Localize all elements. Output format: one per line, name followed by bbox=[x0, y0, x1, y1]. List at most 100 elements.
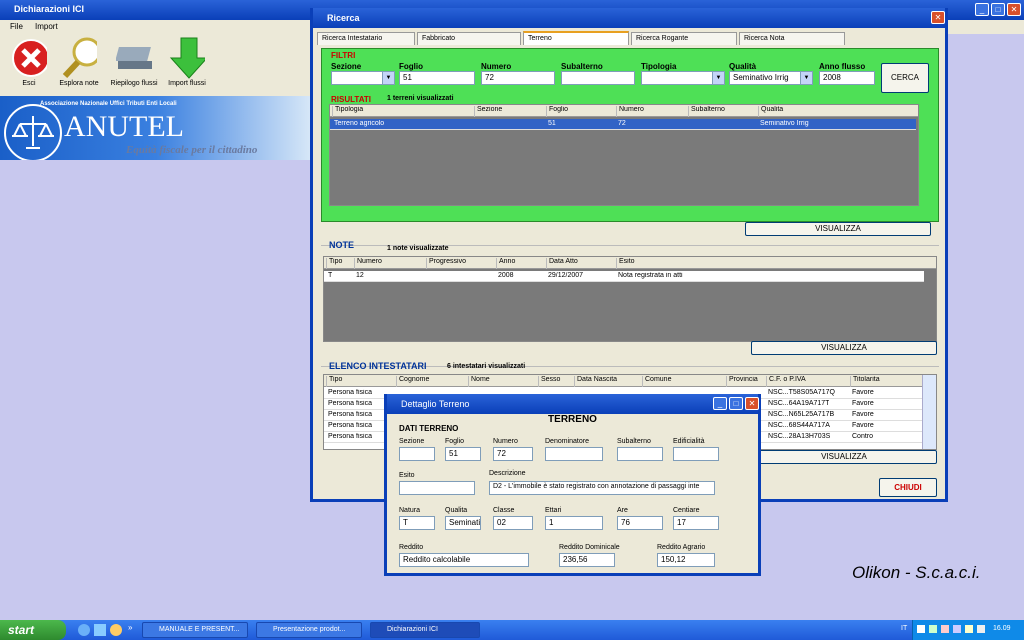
dett-natura-field[interactable]: T bbox=[399, 516, 435, 530]
tipologia-select[interactable]: ▼ bbox=[641, 71, 725, 85]
intestatari-count: 6 intestatari visualizzati bbox=[447, 363, 526, 370]
anutel-logo-text: ANUTEL bbox=[64, 110, 184, 143]
dett-sezione-field[interactable] bbox=[399, 447, 435, 461]
maximize-button[interactable]: □ bbox=[991, 3, 1005, 16]
chevron-right-icon[interactable]: » bbox=[128, 623, 132, 632]
dettaglio-title: Dettaglio Terreno bbox=[387, 394, 758, 414]
task-dichiarazioni-ici[interactable]: Dichiarazioni ICI bbox=[370, 622, 480, 638]
tab-ricerca-intestatario[interactable]: Ricerca Intestatario bbox=[317, 32, 415, 45]
dett-are-field[interactable]: 76 bbox=[617, 516, 663, 530]
dett-qualita-field[interactable]: Seminati bbox=[445, 516, 481, 530]
tray-icon[interactable] bbox=[941, 625, 949, 633]
visualizza-note-button[interactable]: VISUALIZZA bbox=[751, 341, 937, 355]
visualizza-risultati-button[interactable]: VISUALIZZA bbox=[745, 222, 931, 236]
dett-classe-field[interactable]: 02 bbox=[493, 516, 533, 530]
tab-ricerca-rogante[interactable]: Ricerca Rogante bbox=[631, 32, 737, 45]
dett-ettari-field[interactable]: 1 bbox=[545, 516, 603, 530]
dett-numero-field[interactable]: 72 bbox=[493, 447, 533, 461]
visualizza-intestatari-button[interactable]: VISUALIZZA bbox=[751, 450, 937, 464]
numero-label: Numero bbox=[481, 62, 512, 71]
task-manuale[interactable]: MANUALE E PRESENT... bbox=[142, 622, 248, 638]
intestatari-title: ELENCO INTESTATARI bbox=[329, 361, 427, 371]
tray-icon[interactable] bbox=[917, 625, 925, 633]
note-count: 1 note visualizzate bbox=[387, 245, 449, 252]
explore-notes-button[interactable]: Esplora note bbox=[54, 34, 104, 87]
system-tray: IT 16.09 bbox=[901, 620, 1024, 640]
magnifier-icon bbox=[61, 36, 97, 80]
dett-esito-field[interactable] bbox=[399, 481, 475, 495]
chevron-down-icon: ▼ bbox=[712, 72, 724, 84]
dett-foglio-field[interactable]: 51 bbox=[445, 447, 481, 461]
numero-input[interactable]: 72 bbox=[481, 71, 555, 85]
language-indicator[interactable]: IT bbox=[901, 625, 907, 632]
risultati-row[interactable]: Terreno agricolo 51 72 Seminativo Irrig bbox=[330, 119, 916, 130]
start-button[interactable]: start bbox=[0, 620, 66, 640]
dett-reddito-agrario-field[interactable]: 150,12 bbox=[657, 553, 715, 567]
qualita-label: Qualità bbox=[729, 62, 757, 71]
tab-terreno[interactable]: Terreno bbox=[523, 31, 629, 45]
scales-logo-icon bbox=[4, 104, 62, 160]
dett-reddito-field[interactable]: Reddito calcolabile bbox=[399, 553, 529, 567]
exit-button[interactable]: Esci bbox=[6, 34, 52, 87]
task-presentazione[interactable]: Presentazione prodot... bbox=[256, 622, 362, 638]
chiudi-button[interactable]: CHIUDI bbox=[879, 478, 937, 497]
cerca-button[interactable]: CERCA bbox=[881, 63, 929, 93]
tray-icon[interactable] bbox=[977, 625, 985, 633]
close-button[interactable]: ✕ bbox=[1007, 3, 1021, 16]
dett-minimize-button[interactable]: _ bbox=[713, 397, 727, 410]
dett-centiare-field[interactable]: 17 bbox=[673, 516, 719, 530]
anutel-tagline: Equità fiscale per il cittadino bbox=[126, 144, 258, 156]
dett-edificialita-field[interactable] bbox=[673, 447, 719, 461]
minimize-button[interactable]: _ bbox=[975, 3, 989, 16]
anno-flusso-input[interactable]: 2008 bbox=[819, 71, 875, 85]
risultati-count: 1 terreni visualizzati bbox=[387, 95, 454, 102]
subalterno-label: Subalterno bbox=[561, 62, 603, 71]
toolbar: Esci Esplora note Riepilogo flussi Impor… bbox=[0, 34, 312, 96]
dett-maximize-button[interactable]: □ bbox=[729, 397, 743, 410]
ricerca-close-button[interactable]: ✕ bbox=[931, 11, 945, 24]
intestatari-header: Tipo Cognome Nome Sesso Data Nascita Com… bbox=[324, 375, 936, 387]
anutel-logo-band: Associazione Nazionale Uffici Tributi En… bbox=[0, 96, 312, 160]
note-grid: Tipo Numero Progressivo Anno Data Atto E… bbox=[323, 256, 937, 342]
dett-subalterno-field[interactable] bbox=[617, 447, 663, 461]
media-icon[interactable] bbox=[110, 624, 122, 636]
dettaglio-terreno-window: Dettaglio Terreno _ □ ✕ TERRENO DATI TER… bbox=[384, 394, 761, 576]
note-header: Tipo Numero Progressivo Anno Data Atto E… bbox=[324, 257, 936, 269]
note-title: NOTE bbox=[329, 240, 355, 250]
risultati-header: Tipologia Sezione Foglio Numero Subalter… bbox=[330, 105, 918, 117]
tab-fabbricato[interactable]: Fabbricato bbox=[417, 32, 521, 45]
keyboard-icon bbox=[116, 36, 152, 80]
down-arrow-icon bbox=[169, 36, 205, 80]
import-flussi-button[interactable]: Import flussi bbox=[162, 34, 212, 87]
subalterno-input[interactable] bbox=[561, 71, 635, 85]
tab-ricerca-nota[interactable]: Ricerca Nota bbox=[739, 32, 845, 45]
menu-import[interactable]: Import bbox=[35, 22, 58, 31]
dett-denominatore-field[interactable] bbox=[545, 447, 603, 461]
tray-icon[interactable] bbox=[953, 625, 961, 633]
sezione-select[interactable]: ▼ bbox=[331, 71, 395, 85]
dett-reddito-dominicale-field[interactable]: 236,56 bbox=[559, 553, 615, 567]
intestatari-scrollbar[interactable] bbox=[922, 375, 936, 449]
dett-descrizione-field[interactable]: D2 - L'immobile è stato registrato con a… bbox=[489, 481, 715, 495]
tipologia-label: Tipologia bbox=[641, 62, 677, 71]
chevron-down-icon: ▼ bbox=[382, 72, 394, 84]
menu-file[interactable]: File bbox=[10, 22, 23, 31]
tray-icon[interactable] bbox=[965, 625, 973, 633]
chevron-down-icon: ▼ bbox=[800, 72, 812, 84]
risultati-grid: Tipologia Sezione Foglio Numero Subalter… bbox=[329, 104, 919, 206]
clock: 16.09 bbox=[993, 625, 1011, 632]
filtri-title: FILTRI bbox=[331, 51, 356, 60]
ie-icon[interactable] bbox=[78, 624, 90, 636]
anno-flusso-label: Anno flusso bbox=[819, 62, 866, 71]
dett-close-button[interactable]: ✕ bbox=[745, 397, 759, 410]
dati-terreno-label: DATI TERRENO bbox=[399, 424, 459, 433]
riepilogo-flussi-button[interactable]: Riepilogo flussi bbox=[106, 34, 162, 87]
qualita-select[interactable]: Seminativo Irrig ▼ bbox=[729, 71, 813, 85]
sezione-label: Sezione bbox=[331, 62, 362, 71]
foglio-label: Foglio bbox=[399, 62, 423, 71]
tray-icon[interactable] bbox=[929, 625, 937, 633]
desktop-icon[interactable] bbox=[94, 624, 106, 636]
exit-icon bbox=[11, 36, 47, 80]
note-row[interactable]: T 12 2008 29/12/2007 Nota registrata in … bbox=[324, 271, 924, 282]
foglio-input[interactable]: 51 bbox=[399, 71, 475, 85]
